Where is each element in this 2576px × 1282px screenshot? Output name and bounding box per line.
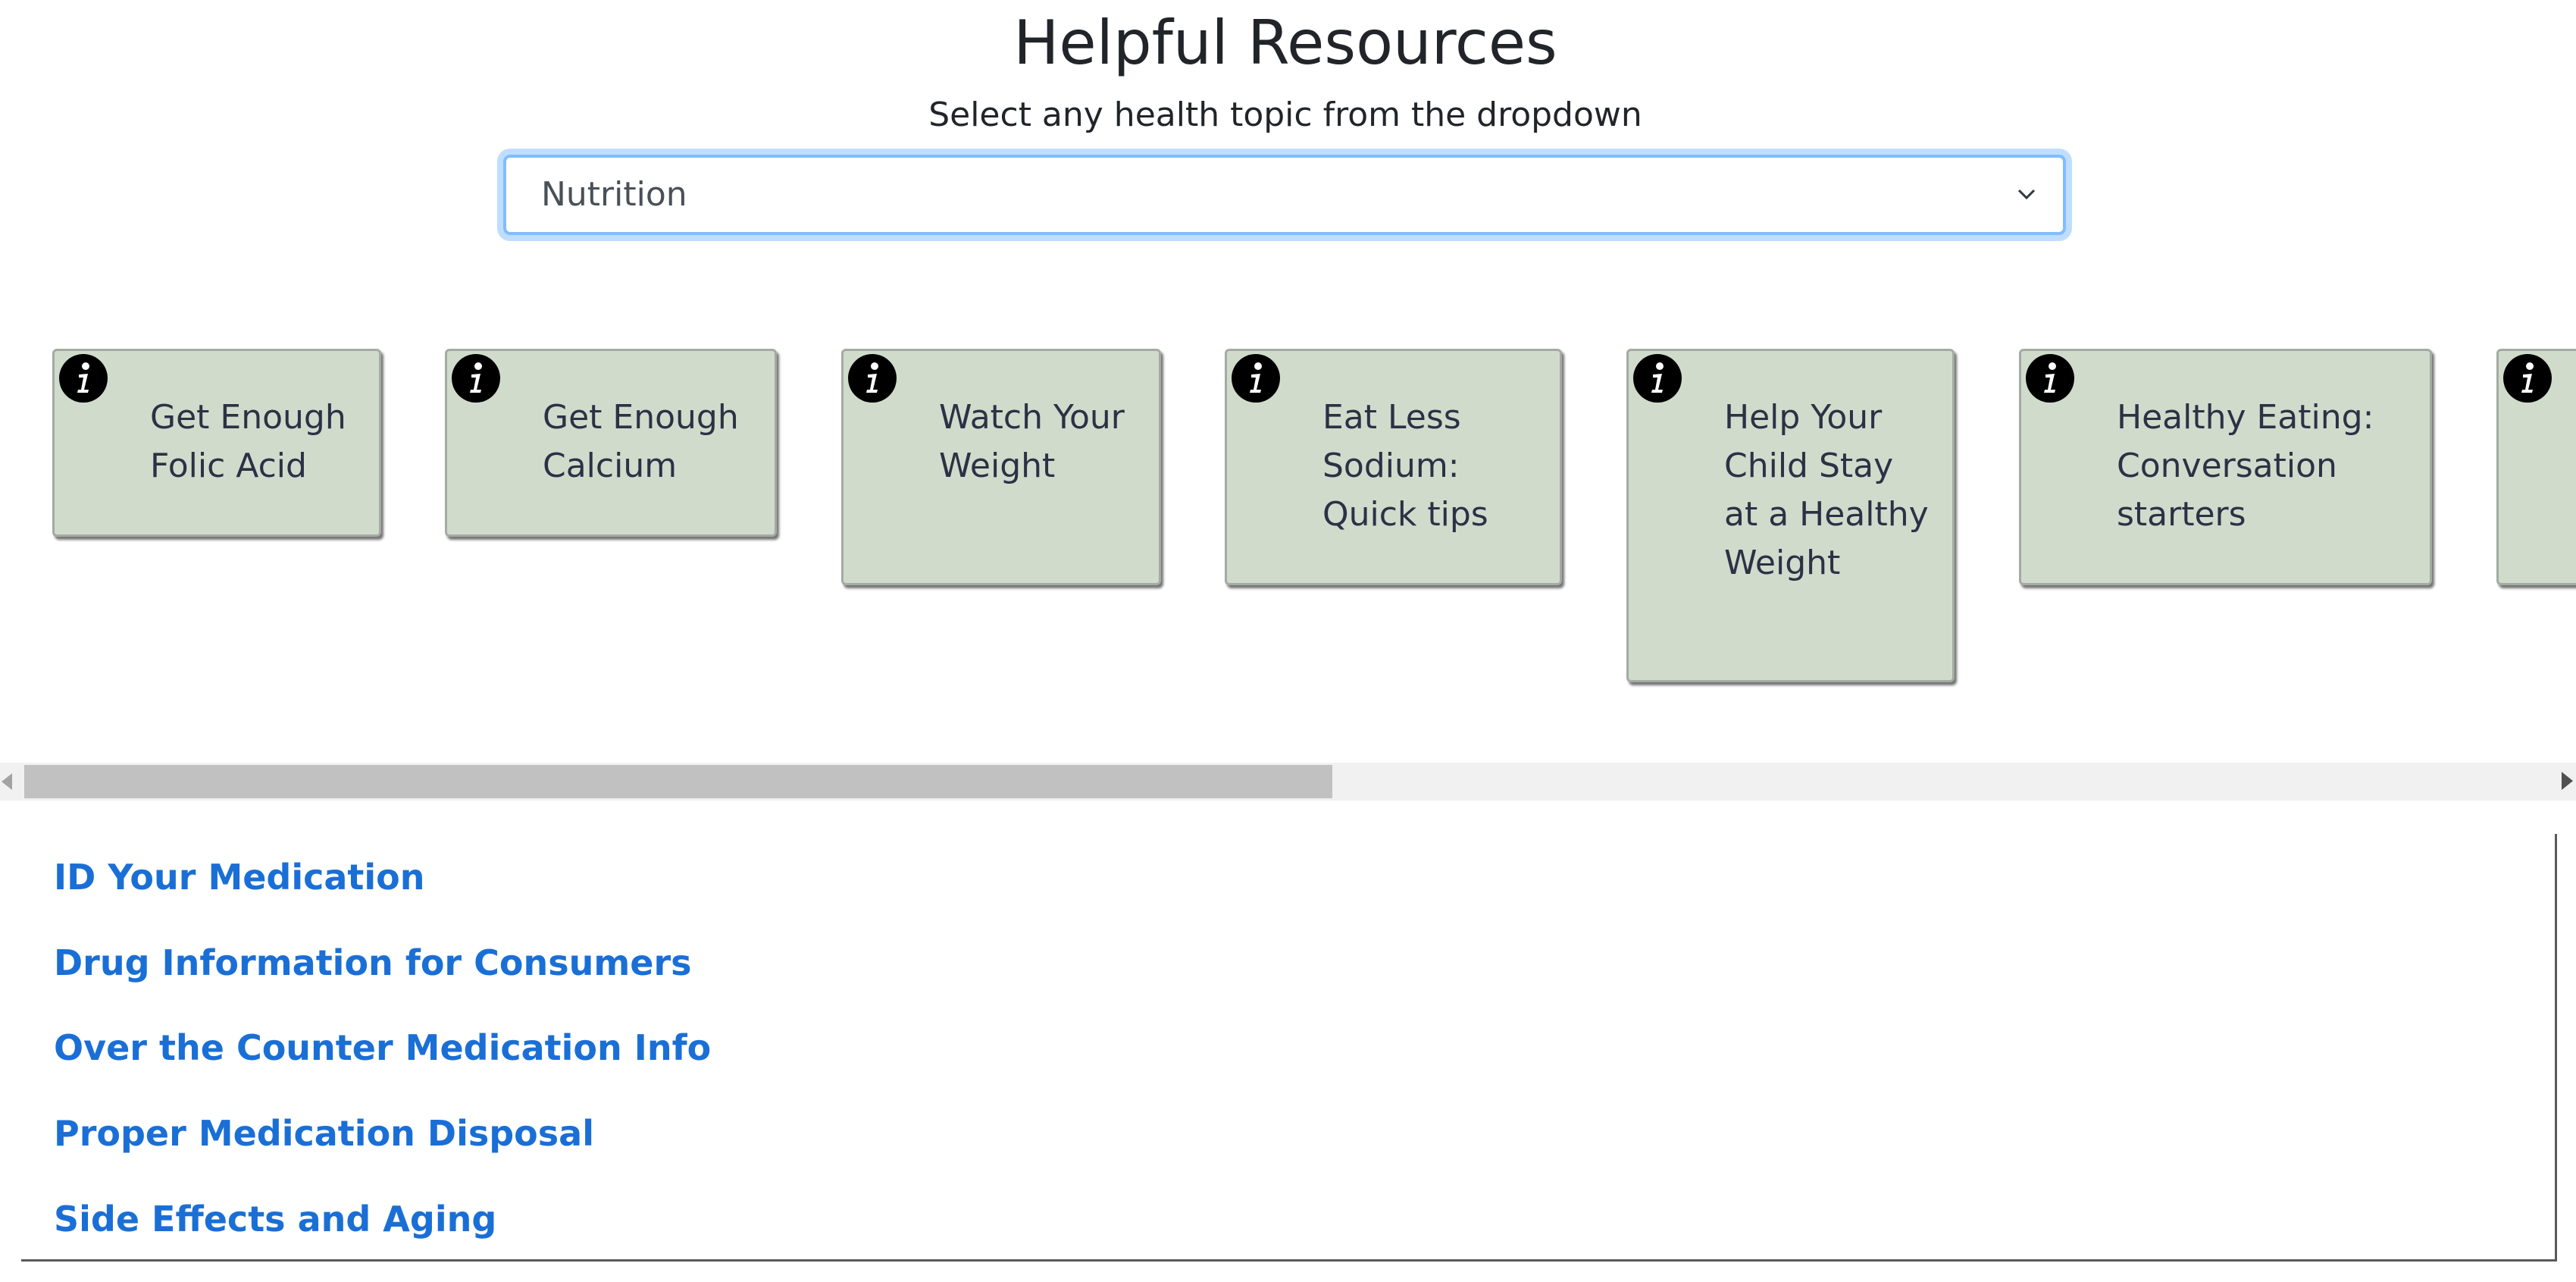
resource-card[interactable]: Get Enough Folic Acid (52, 349, 381, 537)
link-id-your-medication[interactable]: ID Your Medication (54, 854, 425, 900)
page-subtitle: Select any health topic from the dropdow… (928, 96, 1642, 134)
resource-cards-strip[interactable]: Get Enough Folic Acid Get Enough Calcium… (0, 318, 2576, 766)
info-icon (1633, 354, 1682, 403)
resource-card-label: Get Enough Calcium (543, 398, 739, 485)
resource-card[interactable]: Get Enough Calcium (445, 349, 777, 537)
scroll-right-arrow[interactable] (2562, 772, 2573, 790)
topic-select-value: Nutrition (541, 175, 687, 214)
page-title: Helpful Resources (1013, 8, 1557, 78)
resource-card[interactable]: Eat Less Sodium: Quick tips (1225, 349, 1562, 585)
link-side-effects-and-aging[interactable]: Side Effects and Aging (54, 1196, 496, 1242)
resource-card-label: Watch Your Weight (939, 398, 1125, 485)
info-icon (59, 354, 108, 403)
info-icon (452, 354, 500, 403)
resource-card-label: Healthy Eating: Conversation starters (2117, 398, 2374, 534)
resource-card[interactable] (2496, 349, 2576, 585)
info-icon (2026, 354, 2074, 403)
info-icon (2503, 354, 2552, 403)
resource-card[interactable]: Help Your Child Stay at a Healthy Weight (1626, 349, 1955, 682)
topic-select[interactable]: Nutrition (503, 155, 2066, 235)
link-proper-medication-disposal[interactable]: Proper Medication Disposal (54, 1111, 594, 1156)
resource-card-label: Get Enough Folic Acid (150, 398, 346, 485)
resource-card-label: Help Your Child Stay at a Healthy Weight (1724, 398, 1929, 582)
info-icon (848, 354, 897, 403)
info-icon (1232, 354, 1280, 403)
chevron-down-icon (2017, 189, 2036, 200)
horizontal-scrollbar[interactable] (0, 763, 2576, 801)
resource-links-panel: ID Your Medication Drug Information for … (21, 834, 2557, 1262)
scroll-left-arrow[interactable] (2, 773, 12, 790)
resource-card[interactable]: Watch Your Weight (841, 349, 1161, 585)
resource-card[interactable]: Healthy Eating: Conversation starters (2019, 349, 2432, 585)
scrollbar-thumb[interactable] (24, 765, 1332, 798)
resource-card-label: Eat Less Sodium: Quick tips (1322, 398, 1488, 534)
link-drug-information-for-consumers[interactable]: Drug Information for Consumers (54, 940, 692, 986)
link-over-the-counter-medication-info[interactable]: Over the Counter Medication Info (54, 1025, 711, 1070)
